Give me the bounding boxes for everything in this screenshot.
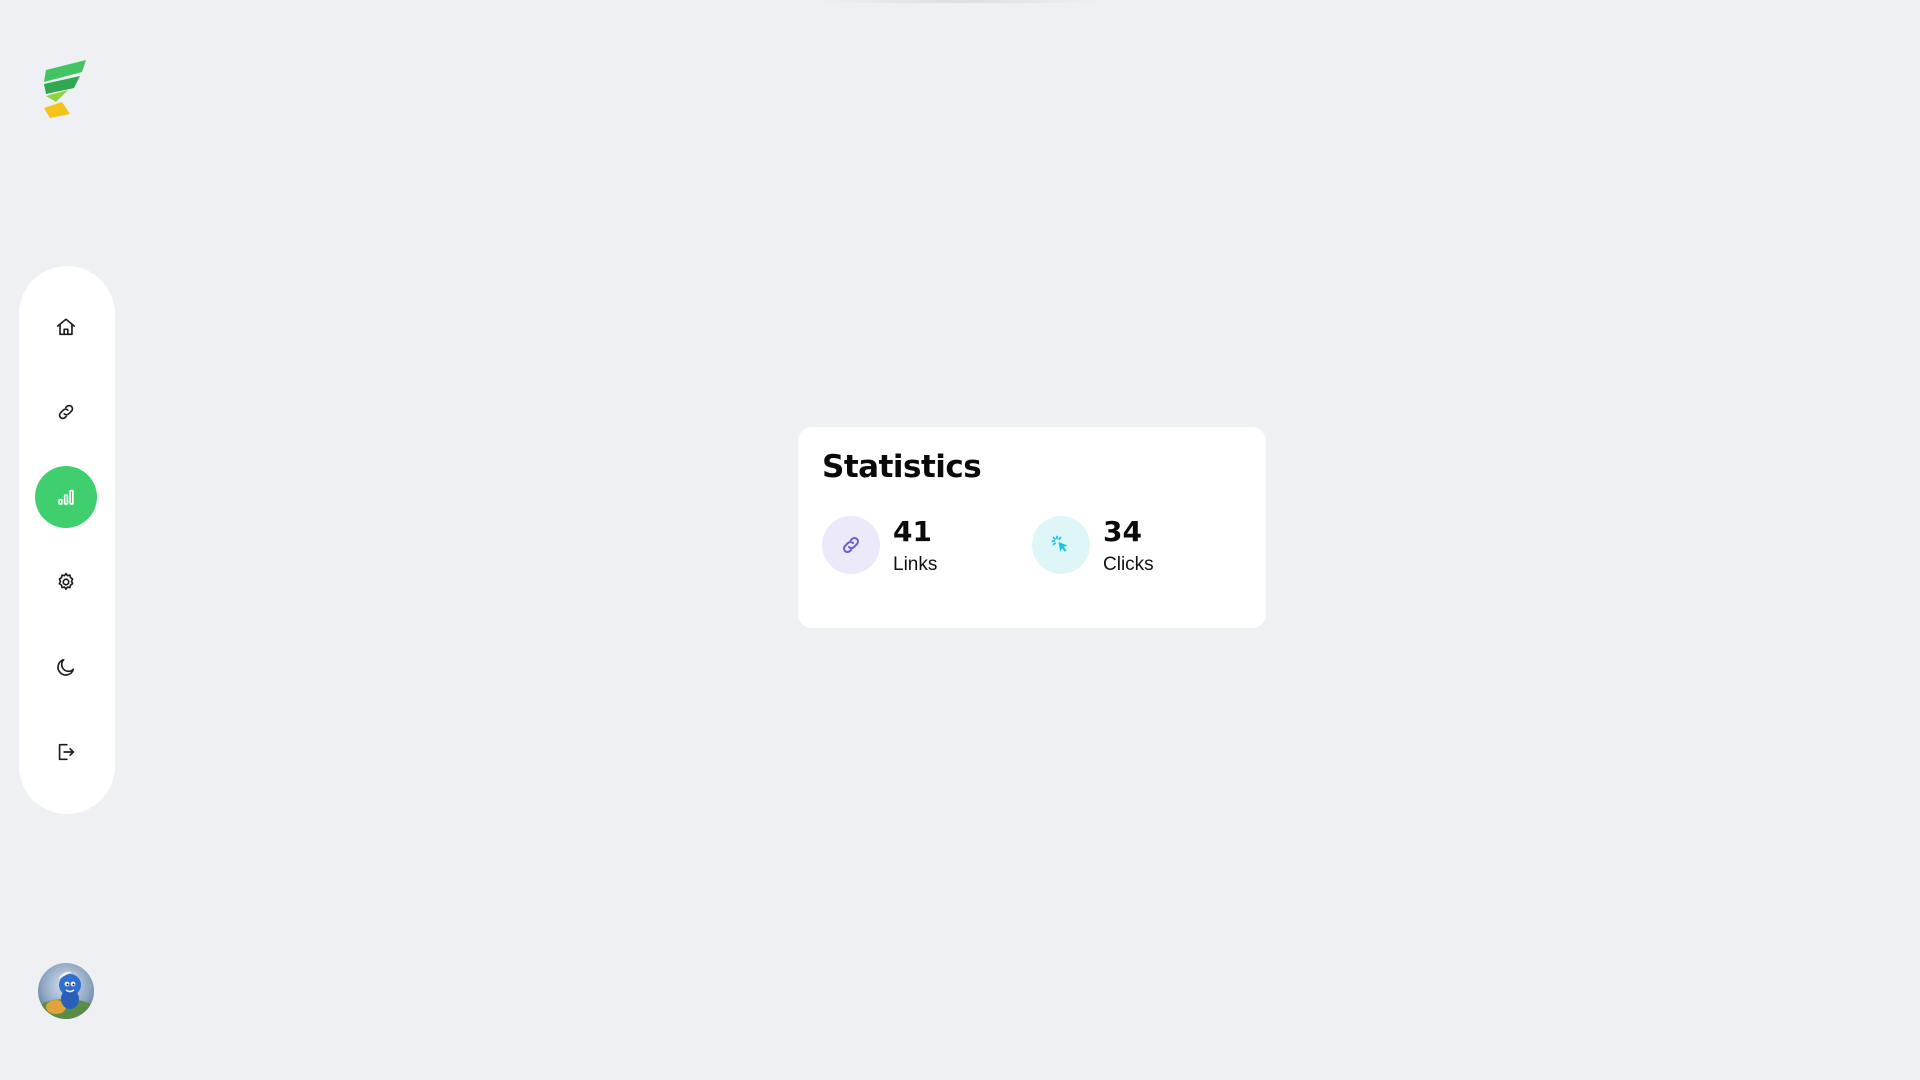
sidebar-item-theme[interactable] — [35, 636, 97, 698]
link-icon — [58, 404, 74, 420]
sidebar-item-statistics[interactable] — [35, 466, 97, 528]
bar-chart-icon — [58, 489, 74, 505]
sidebar-nav — [19, 266, 115, 814]
stat-label: Links — [893, 554, 938, 575]
stat-label: Clicks — [1103, 554, 1154, 575]
cursor-click-icon — [1032, 516, 1090, 574]
stat-clicks: 34 Clicks — [1032, 515, 1212, 576]
brand-logo-icon[interactable] — [40, 58, 92, 122]
top-edge-shadow — [820, 0, 1100, 3]
stat-value: 34 — [1103, 515, 1142, 548]
gear-icon — [58, 572, 74, 590]
card-title: Statistics — [822, 449, 982, 485]
statistics-card: Statistics 41 Links 34 Clicks — [798, 427, 1266, 628]
link-icon — [822, 516, 880, 574]
stat-links: 41 Links — [822, 515, 1002, 576]
logout-icon — [58, 743, 75, 761]
sidebar-item-logout[interactable] — [35, 721, 97, 783]
moon-icon — [57, 658, 75, 676]
user-avatar[interactable] — [38, 963, 94, 1019]
sidebar-item-home[interactable] — [35, 296, 97, 358]
sidebar-item-settings[interactable] — [35, 551, 97, 613]
home-icon — [56, 318, 76, 336]
stat-value: 41 — [893, 515, 932, 548]
sidebar-item-links[interactable] — [35, 381, 97, 443]
